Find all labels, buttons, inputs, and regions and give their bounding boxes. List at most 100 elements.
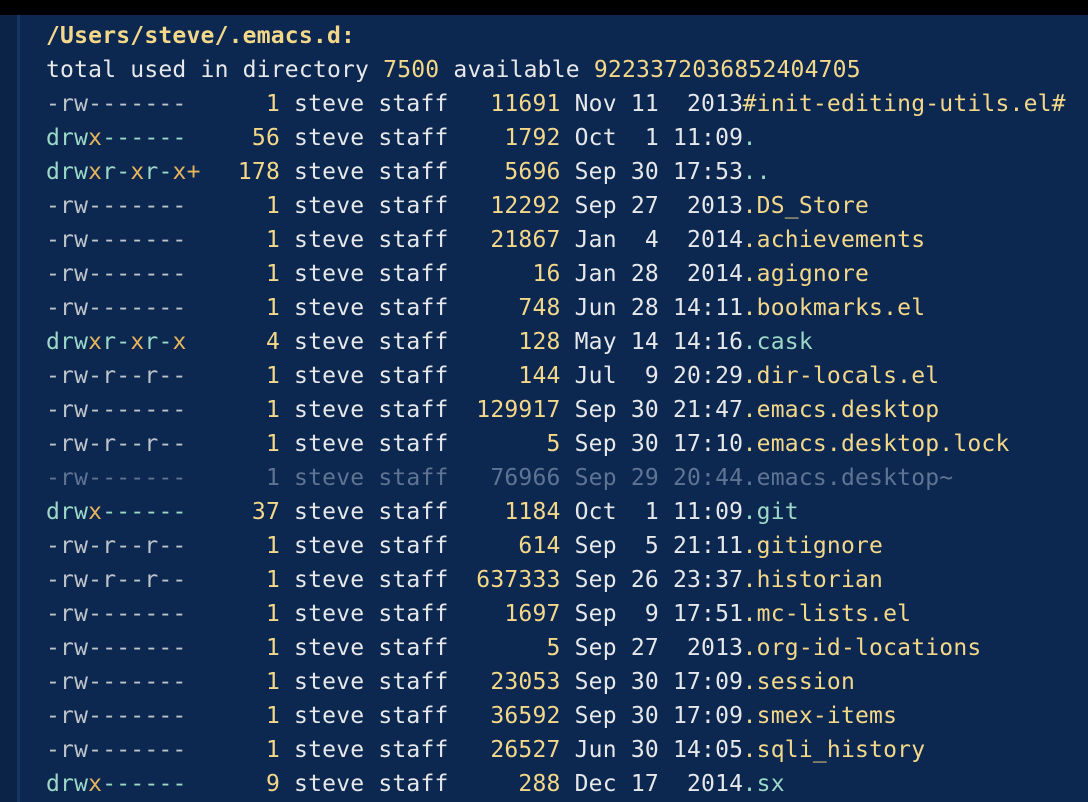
permission-bits: -rw-------	[46, 261, 187, 287]
file-name[interactable]: .gitignore	[729, 529, 884, 563]
permission-dir-bits: drw	[46, 125, 89, 151]
file-row[interactable]: -rw-r--r-- 1 steve staff 144 Jul 9 20:29 .…	[46, 359, 1088, 393]
file-permissions: -rw-r--r--	[46, 359, 200, 393]
file-owner-group: steve staff	[280, 737, 449, 763]
file-row[interactable]: -rw------- 1 steve staff 36592 Sep 30 17:0…	[46, 699, 1088, 733]
file-row[interactable]: -rw------- 1 steve staff 129917 Sep 30 21:…	[46, 393, 1088, 427]
link-count: 1	[265, 465, 280, 491]
file-permissions: -rw-r--r--	[46, 563, 200, 597]
directory-name[interactable]: .cask	[729, 325, 813, 359]
link-count: 1	[265, 601, 280, 627]
file-owner-group: steve staff	[280, 465, 449, 491]
link-count: 178	[237, 159, 280, 185]
dired-content: /Users/steve/.emacs.d: total used in dir…	[46, 19, 1088, 801]
permission-dir-bits: drw	[46, 771, 89, 797]
file-size: 5	[546, 635, 561, 661]
file-row[interactable]: -rw------- 1 steve staff 21867 Jan 4 2014 …	[46, 223, 1088, 257]
file-size: 12292	[490, 193, 561, 219]
file-date: May 14 14:16	[560, 329, 744, 355]
file-name[interactable]: .achievements	[729, 223, 926, 257]
dired-buffer: /Users/steve/.emacs.d: total used in dir…	[0, 15, 1088, 802]
file-size: 23053	[490, 669, 561, 695]
permission-bits: -rw-------	[46, 397, 187, 423]
file-row[interactable]: -rw------- 1 steve staff 1697 Sep 9 17:51 …	[46, 597, 1088, 631]
permission-bits: -rw-------	[46, 601, 187, 627]
file-owner-group: steve staff	[280, 227, 449, 253]
file-name[interactable]: .emacs.desktop.lock	[729, 427, 1010, 461]
file-owner-group: steve staff	[280, 567, 449, 593]
file-name[interactable]: .smex-items	[729, 699, 898, 733]
file-name[interactable]: .emacs.desktop	[729, 393, 940, 427]
permission-bit: -	[130, 771, 145, 797]
file-row[interactable]: -rw------- 1 steve staff 11691 Nov 11 2013…	[46, 87, 1088, 121]
permission-bits: -rw-------	[46, 669, 187, 695]
file-size: 36592	[490, 703, 561, 729]
file-size: 128	[518, 329, 561, 355]
file-date: Oct 1 11:09	[560, 499, 744, 525]
summary-available: 9223372036852404705	[593, 57, 861, 83]
permission-bit: -	[116, 125, 131, 151]
permission-bit: x	[130, 329, 145, 355]
file-owner-group: steve staff	[280, 533, 449, 559]
file-row[interactable]: drwx------ 37 steve staff 1184 Oct 1 11:09…	[46, 495, 1088, 529]
file-permissions: -rw-------	[46, 189, 200, 223]
file-row[interactable]: drwxr-xr-x 4 steve staff 128 May 14 14:16 …	[46, 325, 1088, 359]
file-date: Jan 4 2014	[560, 227, 744, 253]
file-size: 288	[518, 771, 561, 797]
file-name[interactable]: .session	[729, 665, 855, 699]
file-row[interactable]: drwx------ 9 steve staff 288 Dec 17 2014 .…	[46, 767, 1088, 801]
file-name[interactable]: .sqli_history	[729, 733, 926, 767]
file-row[interactable]: drwxr-xr-x+ 178 steve staff 5696 Sep 30 17…	[46, 155, 1088, 189]
link-count: 1	[265, 431, 280, 457]
file-size: 1184	[504, 499, 561, 525]
directory-header[interactable]: /Users/steve/.emacs.d:	[46, 19, 1088, 53]
permission-bits: -rw-r--r--	[46, 533, 187, 559]
permission-bit: -	[130, 125, 145, 151]
file-date: Nov 11 2013	[560, 91, 744, 117]
file-row[interactable]: -rw------- 1 steve staff 5 Sep 27 2013 .or…	[46, 631, 1088, 665]
file-size: 5	[546, 431, 561, 457]
file-name[interactable]: #init-editing-utils.el#	[729, 87, 1066, 121]
file-name[interactable]: .dir-locals.el	[729, 359, 940, 393]
permission-bits: -rw-r--r--	[46, 567, 187, 593]
file-row[interactable]: -rw------- 1 steve staff 12292 Sep 27 2013…	[46, 189, 1088, 223]
file-date: Sep 27 2013	[560, 193, 744, 219]
file-row[interactable]: -rw------- 1 steve staff 23053 Sep 30 17:0…	[46, 665, 1088, 699]
permission-exec-bit: x	[88, 771, 103, 797]
permission-bits: -rw-------	[46, 91, 187, 117]
file-row[interactable]: -rw-r--r-- 1 steve staff 614 Sep 5 21:11 .…	[46, 529, 1088, 563]
file-owner-group: steve staff	[280, 91, 449, 117]
file-name[interactable]: .org-id-locations	[729, 631, 982, 665]
file-name[interactable]: .DS_Store	[729, 189, 869, 223]
file-row[interactable]: -rw------- 1 steve staff 748 Jun 28 14:11 …	[46, 291, 1088, 325]
file-permissions: -rw-------	[46, 393, 200, 427]
file-name[interactable]: .emacs.desktop~	[729, 461, 954, 495]
file-row[interactable]: -rw------- 1 steve staff 26527 Jun 30 14:0…	[46, 733, 1088, 767]
file-name[interactable]: .mc-lists.el	[729, 597, 912, 631]
file-date: Jun 30 14:05	[560, 737, 744, 763]
link-count: 1	[265, 363, 280, 389]
file-size: 21867	[490, 227, 561, 253]
directory-name[interactable]: .	[729, 121, 757, 155]
file-size: 129917	[476, 397, 561, 423]
file-name[interactable]: .bookmarks.el	[729, 291, 926, 325]
directory-name[interactable]: ..	[729, 155, 771, 189]
file-owner-group: steve staff	[280, 159, 449, 185]
link-count: 1	[265, 193, 280, 219]
link-count: 1	[265, 261, 280, 287]
permission-bit: -	[144, 771, 159, 797]
file-owner-group: steve staff	[280, 601, 449, 627]
file-name[interactable]: .agignore	[729, 257, 869, 291]
link-count: 1	[265, 295, 280, 321]
file-date: Sep 27 2013	[560, 635, 744, 661]
file-row[interactable]: drwx------ 56 steve staff 1792 Oct 1 11:09…	[46, 121, 1088, 155]
file-row[interactable]: -rw-r--r-- 1 steve staff 637333 Sep 26 23:…	[46, 563, 1088, 597]
file-name[interactable]: .historian	[729, 563, 884, 597]
directory-name[interactable]: .sx	[729, 767, 785, 801]
file-row[interactable]: -rw------- 1 steve staff 16 Jan 28 2014 .a…	[46, 257, 1088, 291]
directory-name[interactable]: .git	[729, 495, 799, 529]
file-row[interactable]: -rw------- 1 steve staff 76966 Sep 29 20:4…	[46, 461, 1088, 495]
file-owner-group: steve staff	[280, 193, 449, 219]
file-owner-group: steve staff	[280, 261, 449, 287]
file-row[interactable]: -rw-r--r-- 1 steve staff 5 Sep 30 17:10 .e…	[46, 427, 1088, 461]
